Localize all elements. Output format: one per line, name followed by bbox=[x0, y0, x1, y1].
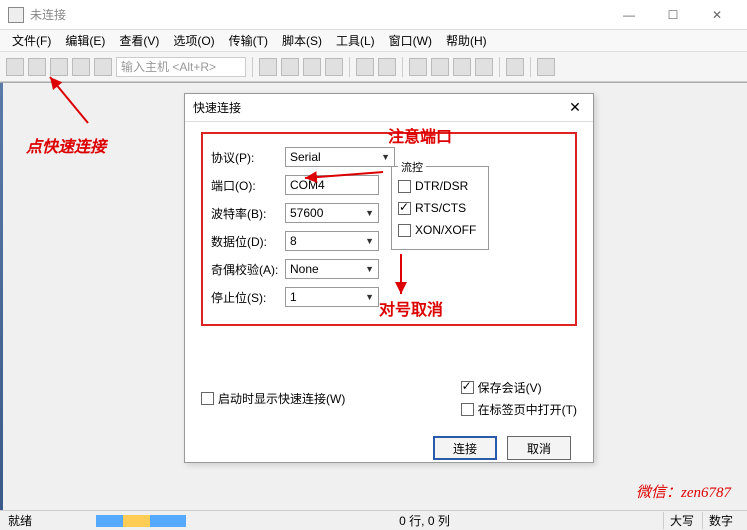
databits-label: 数据位(D): bbox=[211, 233, 285, 250]
menu-script[interactable]: 脚本(S) bbox=[276, 30, 328, 51]
toolbar-icon[interactable] bbox=[537, 58, 555, 76]
chevron-down-icon: ▼ bbox=[381, 152, 390, 162]
status-ready: 就绪 bbox=[8, 512, 88, 529]
help-icon[interactable] bbox=[506, 58, 524, 76]
menu-bar: 文件(F) 编辑(E) 查看(V) 选项(O) 传输(T) 脚本(S) 工具(L… bbox=[0, 30, 747, 52]
rts-cts-label: RTS/CTS bbox=[415, 201, 466, 215]
toolbar-icon[interactable] bbox=[6, 58, 24, 76]
annotation-note-port: 注意端口 bbox=[388, 123, 452, 147]
toolbar-icon[interactable] bbox=[50, 58, 68, 76]
menu-edit[interactable]: 编辑(E) bbox=[59, 30, 111, 51]
dtr-dsr-checkbox[interactable] bbox=[398, 180, 411, 193]
menu-window[interactable]: 窗口(W) bbox=[383, 30, 438, 51]
minimize-button[interactable]: — bbox=[607, 1, 651, 29]
status-num: 数字 bbox=[702, 512, 739, 529]
databits-select[interactable]: 8 ▼ bbox=[285, 231, 379, 251]
menu-file[interactable]: 文件(F) bbox=[6, 30, 57, 51]
annotation-highlight-box: 协议(P): Serial ▼ 端口(O): COM4 波特率(B): bbox=[201, 132, 577, 326]
save-session-checkbox[interactable] bbox=[461, 381, 474, 394]
toolbar-icon[interactable] bbox=[259, 58, 277, 76]
menu-options[interactable]: 选项(O) bbox=[167, 30, 220, 51]
chevron-down-icon: ▼ bbox=[365, 264, 374, 274]
separator bbox=[499, 57, 500, 77]
toolbar-icon[interactable] bbox=[453, 58, 471, 76]
app-icon bbox=[8, 7, 24, 23]
close-button[interactable]: ✕ bbox=[695, 1, 739, 29]
separator bbox=[349, 57, 350, 77]
open-in-tab-label: 在标签页中打开(T) bbox=[478, 401, 577, 418]
separator bbox=[402, 57, 403, 77]
watermark: 微信：zen6787 bbox=[636, 481, 731, 502]
startup-show-checkbox[interactable] bbox=[201, 392, 214, 405]
protocol-select[interactable]: Serial ▼ bbox=[285, 147, 395, 167]
menu-transfer[interactable]: 传输(T) bbox=[223, 30, 274, 51]
separator bbox=[530, 57, 531, 77]
annotation-uncheck: 对号取消 bbox=[379, 296, 443, 320]
content-area: 快速连接 ✕ 协议(P): Serial ▼ 端口(O): COM4 bbox=[0, 82, 747, 510]
parity-select[interactable]: None ▼ bbox=[285, 259, 379, 279]
save-session-label: 保存会话(V) bbox=[478, 379, 542, 396]
cancel-button[interactable]: 取消 bbox=[507, 436, 571, 460]
chevron-down-icon: ▼ bbox=[365, 208, 374, 218]
dialog-title: 快速连接 bbox=[193, 99, 565, 116]
stopbits-select[interactable]: 1 ▼ bbox=[285, 287, 379, 307]
session-tab-strip bbox=[0, 83, 3, 510]
xon-xoff-label: XON/XOFF bbox=[415, 223, 476, 237]
toolbar-icon[interactable] bbox=[281, 58, 299, 76]
window-title-bar: 未连接 — ☐ ✕ bbox=[0, 0, 747, 30]
toolbar-icon[interactable] bbox=[431, 58, 449, 76]
rts-cts-checkbox[interactable] bbox=[398, 202, 411, 215]
parity-label: 奇偶校验(A): bbox=[211, 261, 285, 278]
connect-button[interactable]: 连接 bbox=[433, 436, 497, 460]
stopbits-label: 停止位(S): bbox=[211, 289, 285, 306]
chevron-down-icon: ▼ bbox=[365, 236, 374, 246]
quick-connect-icon[interactable] bbox=[28, 58, 46, 76]
startup-show-label: 启动时显示快速连接(W) bbox=[218, 390, 345, 407]
quick-connect-dialog: 快速连接 ✕ 协议(P): Serial ▼ 端口(O): COM4 bbox=[184, 93, 594, 463]
status-bar: 就绪 0 行, 0 列 大写 数字 bbox=[0, 510, 747, 530]
port-label: 端口(O): bbox=[211, 177, 285, 194]
baud-select[interactable]: 57600 ▼ bbox=[285, 203, 379, 223]
toolbar-icon[interactable] bbox=[475, 58, 493, 76]
separator bbox=[252, 57, 253, 77]
toolbar-icon[interactable] bbox=[356, 58, 374, 76]
maximize-button[interactable]: ☐ bbox=[651, 1, 695, 29]
toolbar: 输入主机 <Alt+R> bbox=[0, 52, 747, 82]
dialog-title-bar: 快速连接 ✕ bbox=[185, 94, 593, 122]
window-title: 未连接 bbox=[30, 6, 607, 23]
open-in-tab-checkbox[interactable] bbox=[461, 403, 474, 416]
toolbar-icon[interactable] bbox=[72, 58, 90, 76]
xon-xoff-checkbox[interactable] bbox=[398, 224, 411, 237]
baud-label: 波特率(B): bbox=[211, 205, 285, 222]
flow-control-group: 流控 DTR/DSR RTS/CTS XON/XOFF bbox=[391, 166, 489, 250]
toolbar-icon[interactable] bbox=[325, 58, 343, 76]
host-input[interactable]: 输入主机 <Alt+R> bbox=[116, 57, 246, 77]
toolbar-icon[interactable] bbox=[303, 58, 321, 76]
dtr-dsr-label: DTR/DSR bbox=[415, 179, 468, 193]
menu-tools[interactable]: 工具(L) bbox=[330, 30, 381, 51]
toolbar-icon[interactable] bbox=[94, 58, 112, 76]
status-color-strip bbox=[96, 515, 186, 527]
status-caps: 大写 bbox=[663, 512, 700, 529]
chevron-down-icon: ▼ bbox=[365, 292, 374, 302]
menu-help[interactable]: 帮助(H) bbox=[440, 30, 493, 51]
toolbar-icon[interactable] bbox=[378, 58, 396, 76]
protocol-label: 协议(P): bbox=[211, 149, 285, 166]
annotation-click-quick: 点快速连接 bbox=[26, 133, 106, 157]
dialog-close-button[interactable]: ✕ bbox=[565, 98, 585, 118]
port-select[interactable]: COM4 bbox=[285, 175, 379, 195]
toolbar-icon[interactable] bbox=[409, 58, 427, 76]
status-position: 0 行, 0 列 bbox=[194, 512, 655, 529]
flow-legend: 流控 bbox=[398, 159, 426, 175]
menu-view[interactable]: 查看(V) bbox=[113, 30, 165, 51]
